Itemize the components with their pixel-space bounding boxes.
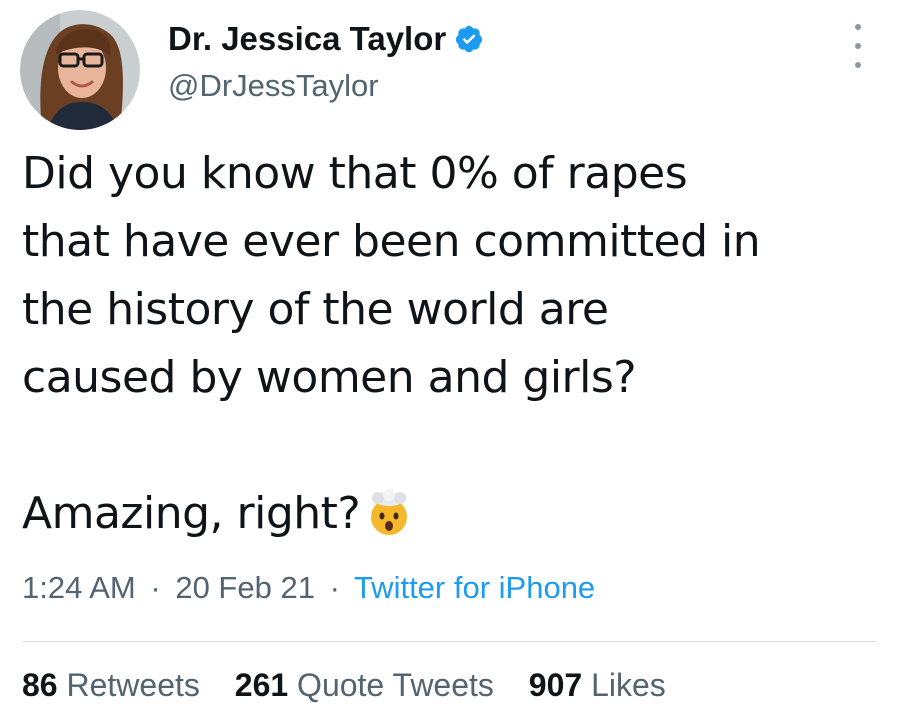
retweets-count: 86 [22,667,58,703]
tweet-text-line: Did you know that 0% of rapes [22,148,688,199]
retweets-stat[interactable]: 86 Retweets [22,667,200,703]
tweet-text-line: that have ever been committed in [22,216,761,267]
meta-separator: · [150,570,161,605]
avatar[interactable] [20,10,140,130]
tweet-metadata: 1:24 AM · 20 Feb 21 · Twitter for iPhone [22,570,595,606]
engagement-stats: 86 Retweets 261 Quote Tweets 907 Likes [22,667,692,704]
quote-tweets-stat[interactable]: 261 Quote Tweets [235,667,494,703]
quote-tweets-count: 261 [234,667,289,703]
more-options-button[interactable] [846,24,870,68]
retweets-label: Retweets [66,667,200,703]
tweet-text: Did you know that 0% of rapes that have … [22,140,882,558]
tweet-closing-text: Amazing, right? [22,488,361,539]
meta-separator: · [329,570,340,605]
exploding-head-emoji-icon [364,488,414,558]
likes-stat[interactable]: 907 Likes [529,667,666,703]
avatar-image [20,10,140,130]
more-options-icon [855,43,861,49]
display-name-row: Dr. Jessica Taylor [168,20,484,58]
tweet-closing-line: Amazing, right? [22,480,882,558]
divider [22,641,878,642]
tweet-text-line: caused by women and girls? [22,352,637,403]
display-name[interactable]: Dr. Jessica Taylor [168,20,446,58]
more-options-icon [855,24,861,30]
quote-tweets-label: Quote Tweets [297,667,494,703]
author-info: Dr. Jessica Taylor @DrJessTaylor [168,20,484,104]
tweet-time[interactable]: 1:24 AM [22,570,136,605]
user-handle[interactable]: @DrJessTaylor [168,68,484,104]
tweet-source-link[interactable]: Twitter for iPhone [354,570,595,605]
likes-label: Likes [591,667,666,703]
more-options-icon [855,62,861,68]
tweet-text-line: the history of the world are [22,284,609,335]
likes-count: 907 [528,667,583,703]
tweet-card: Dr. Jessica Taylor @DrJessTaylor Did you… [0,0,900,726]
tweet-date[interactable]: 20 Feb 21 [175,570,315,605]
verified-badge-icon [454,24,484,54]
